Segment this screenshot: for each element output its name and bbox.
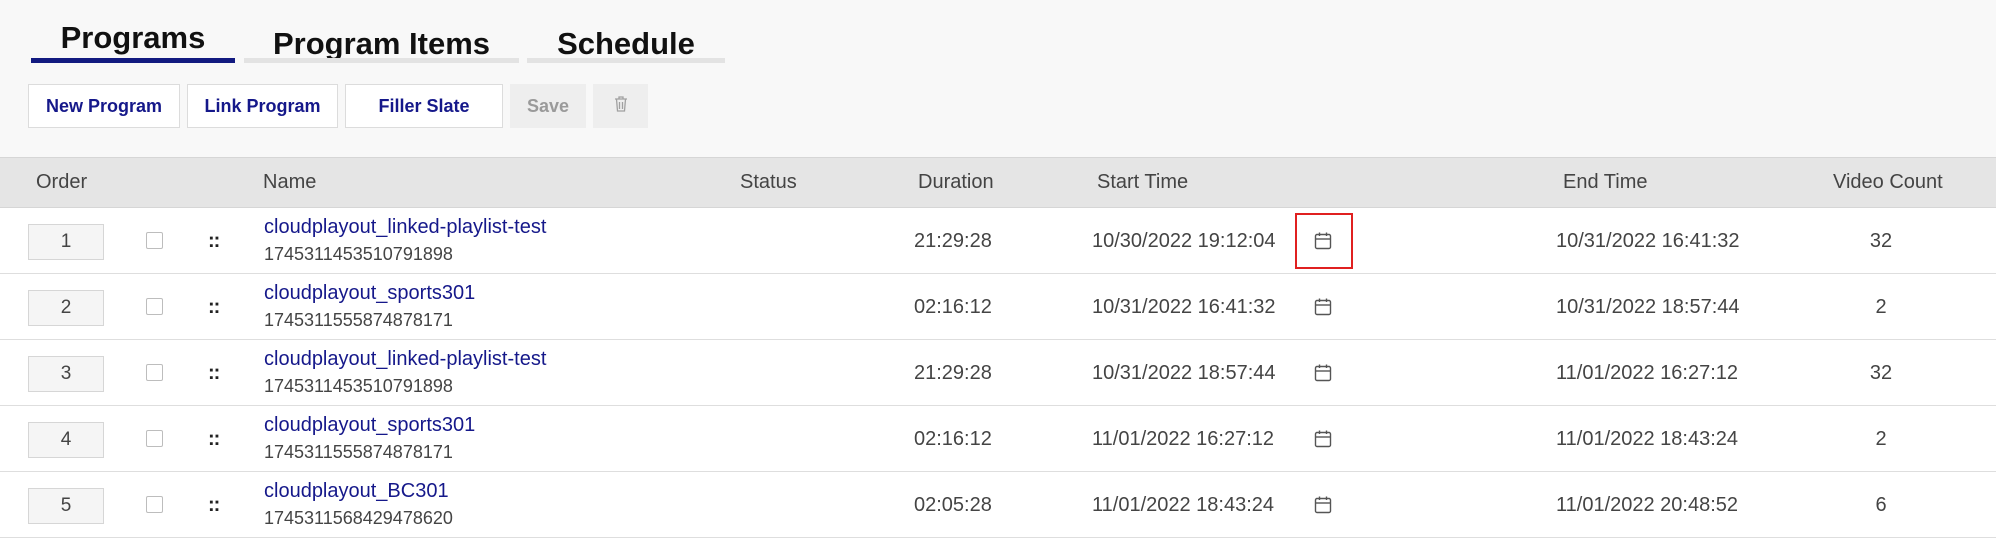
- video-count-cell: 2: [1875, 296, 1887, 318]
- duration-cell: 02:16:12: [914, 428, 992, 450]
- header-order[interactable]: Order: [36, 158, 87, 207]
- header-video-count[interactable]: Video Count: [1833, 158, 1943, 207]
- duration-cell: 21:29:28: [914, 362, 992, 384]
- table-row: 5 :: cloudplayout_BC301 1745311568429478…: [0, 472, 1996, 538]
- video-count-cell: 32: [1869, 362, 1893, 384]
- calendar-icon[interactable]: [1313, 429, 1333, 449]
- order-input[interactable]: 3: [28, 356, 104, 392]
- drag-handle-icon[interactable]: ::: [208, 230, 220, 253]
- program-name-link[interactable]: cloudplayout_sports301: [264, 414, 475, 437]
- video-count-cell: 32: [1869, 230, 1893, 252]
- row-checkbox[interactable]: [146, 364, 163, 381]
- drag-handle-icon[interactable]: ::: [208, 296, 220, 319]
- program-id: 1745311453510791898: [264, 244, 453, 264]
- program-id: 1745311555874878171: [264, 310, 453, 330]
- program-name-link[interactable]: cloudplayout_linked-playlist-test: [264, 216, 546, 239]
- header-start-time[interactable]: Start Time: [1097, 158, 1188, 207]
- tab-program-items-underline: [244, 58, 519, 63]
- row-checkbox[interactable]: [146, 430, 163, 447]
- header-status[interactable]: Status: [740, 158, 797, 207]
- programs-header-area: Programs Program Items Schedule New Prog…: [0, 0, 1996, 157]
- tab-programs[interactable]: Programs: [31, 20, 235, 63]
- program-id: 1745311568429478620: [264, 508, 453, 528]
- tab-schedule[interactable]: Schedule: [527, 26, 725, 63]
- tab-bar: Programs Program Items Schedule: [0, 0, 1996, 66]
- delete-button[interactable]: [593, 84, 648, 128]
- duration-cell: 02:16:12: [914, 296, 992, 318]
- tab-program-items-label: Program Items: [272, 26, 491, 61]
- drag-handle-icon[interactable]: ::: [208, 428, 220, 451]
- program-name-link[interactable]: cloudplayout_sports301: [264, 282, 475, 305]
- start-time-cell: 10/30/2022 19:12:04: [1092, 230, 1276, 252]
- header-end-time[interactable]: End Time: [1563, 158, 1647, 207]
- order-input[interactable]: 1: [28, 224, 104, 260]
- filler-slate-button[interactable]: Filler Slate: [345, 84, 503, 128]
- program-name-link[interactable]: cloudplayout_BC301: [264, 480, 449, 503]
- trash-icon: [613, 95, 629, 118]
- program-id: 1745311555874878171: [264, 442, 453, 462]
- start-time-cell: 11/01/2022 16:27:12: [1092, 428, 1275, 450]
- new-program-button[interactable]: New Program: [28, 84, 180, 128]
- end-time-cell: 10/31/2022 18:57:44: [1556, 296, 1740, 318]
- tab-program-items[interactable]: Program Items: [244, 26, 519, 63]
- table-row: 3 :: cloudplayout_linked-playlist-test 1…: [0, 340, 1996, 406]
- duration-cell: 21:29:28: [914, 230, 992, 252]
- row-checkbox[interactable]: [146, 496, 163, 513]
- start-time-cell: 10/31/2022 18:57:44: [1092, 362, 1276, 384]
- drag-handle-icon[interactable]: ::: [208, 494, 220, 517]
- tab-schedule-label: Schedule: [557, 26, 695, 61]
- table-header: Order Name Status Duration Start Time En…: [0, 157, 1996, 208]
- program-name-link[interactable]: cloudplayout_linked-playlist-test: [264, 348, 546, 371]
- calendar-icon[interactable]: [1313, 495, 1333, 515]
- header-duration[interactable]: Duration: [918, 158, 994, 207]
- calendar-icon[interactable]: [1313, 297, 1333, 317]
- start-time-cell: 10/31/2022 16:41:32: [1092, 296, 1276, 318]
- tab-schedule-underline: [527, 58, 725, 63]
- end-time-cell: 11/01/2022 20:48:52: [1556, 494, 1739, 516]
- video-count-cell: 6: [1875, 494, 1887, 516]
- programs-table: Order Name Status Duration Start Time En…: [0, 157, 1996, 538]
- order-input[interactable]: 5: [28, 488, 104, 524]
- tab-programs-label: Programs: [60, 20, 206, 55]
- table-row: 4 :: cloudplayout_sports301 174531155587…: [0, 406, 1996, 472]
- video-count-cell: 2: [1875, 428, 1887, 450]
- table-row: 2 :: cloudplayout_sports301 174531155587…: [0, 274, 1996, 340]
- start-time-cell: 11/01/2022 18:43:24: [1092, 494, 1275, 516]
- order-input[interactable]: 2: [28, 290, 104, 326]
- drag-handle-icon[interactable]: ::: [208, 362, 220, 385]
- calendar-highlight-box: [1295, 213, 1353, 269]
- row-checkbox[interactable]: [146, 232, 163, 249]
- row-checkbox[interactable]: [146, 298, 163, 315]
- save-button[interactable]: Save: [510, 84, 586, 128]
- order-input[interactable]: 4: [28, 422, 104, 458]
- calendar-icon[interactable]: [1313, 363, 1333, 383]
- table-body: 1 :: cloudplayout_linked-playlist-test 1…: [0, 208, 1996, 538]
- link-program-button[interactable]: Link Program: [187, 84, 338, 128]
- end-time-cell: 11/01/2022 18:43:24: [1556, 428, 1739, 450]
- duration-cell: 02:05:28: [914, 494, 992, 516]
- tab-programs-underline: [31, 58, 235, 63]
- end-time-cell: 10/31/2022 16:41:32: [1556, 230, 1740, 252]
- end-time-cell: 11/01/2022 16:27:12: [1556, 362, 1739, 384]
- table-row: 1 :: cloudplayout_linked-playlist-test 1…: [0, 208, 1996, 274]
- program-id: 1745311453510791898: [264, 376, 453, 396]
- header-name[interactable]: Name: [263, 158, 316, 207]
